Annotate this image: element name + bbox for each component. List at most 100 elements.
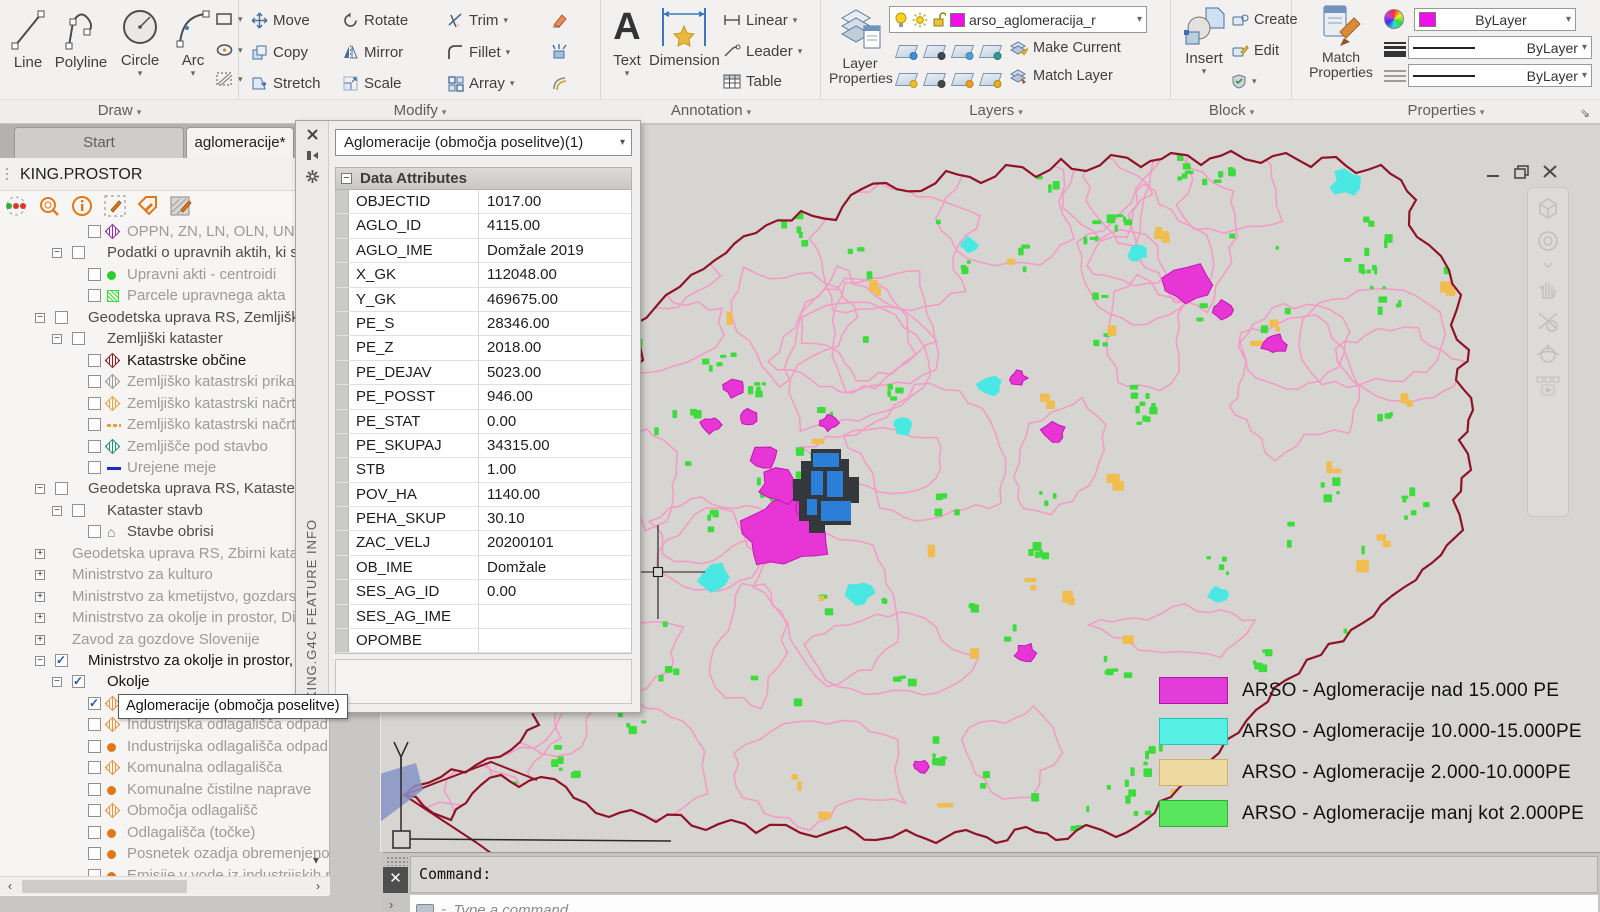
layer-checkbox[interactable] <box>88 525 101 538</box>
dimension-button[interactable]: Dimension <box>649 4 719 69</box>
tree-item[interactable]: Območja odlagališč <box>0 800 330 822</box>
collapse-icon[interactable]: − <box>52 506 62 516</box>
hatch-edit-icon[interactable] <box>169 194 193 218</box>
scale-button[interactable]: Scale <box>342 72 402 94</box>
erase-button[interactable] <box>551 9 569 31</box>
layer-checkbox[interactable] <box>88 761 101 774</box>
layer-checkbox[interactable] <box>88 418 101 431</box>
leader-button[interactable]: Leader▾ <box>723 40 802 62</box>
layer-checkbox[interactable] <box>88 461 101 474</box>
info-icon[interactable] <box>70 194 94 218</box>
grip-handle[interactable] <box>5 167 10 183</box>
tree-item[interactable]: −Zemljiški kataster <box>0 328 330 350</box>
route-icon[interactable] <box>4 194 28 218</box>
expand-icon[interactable]: + <box>35 592 45 602</box>
layer-properties-button[interactable]: Layer Properties <box>829 4 891 86</box>
scroll-left-icon[interactable]: ‹ <box>2 878 18 894</box>
collapse-icon[interactable]: − <box>35 313 45 323</box>
tree-item[interactable]: Komunalna odlagališča <box>0 757 330 779</box>
collapse-icon[interactable]: − <box>52 677 62 687</box>
tab-aglomeracije[interactable]: aglomeracije* <box>186 127 294 158</box>
scroll-down-icon[interactable]: ▾ <box>313 853 319 867</box>
layer-unlock-button[interactable] <box>981 68 1000 90</box>
tree-item[interactable]: +Ministrstvo za okolje in prostor, Di <box>0 607 330 629</box>
steering-wheel-icon[interactable] <box>1535 228 1561 254</box>
collapse-icon[interactable]: − <box>52 248 62 258</box>
tree-item[interactable]: −Geodetska uprava RS, Kataster s <box>0 478 330 500</box>
tree-item[interactable]: −Okolje <box>0 671 330 693</box>
minimize-button[interactable] <box>1484 163 1504 181</box>
lineweight-list-button[interactable] <box>1384 38 1406 60</box>
layer-checkbox[interactable] <box>88 804 101 817</box>
layer-combo[interactable]: arso_aglomeracija_r ▾ <box>889 6 1147 33</box>
tree-item[interactable]: Zemljiško katastrski prikaz <box>0 371 330 393</box>
match-properties-button[interactable]: Match Properties <box>1302 2 1380 80</box>
explode-button[interactable] <box>551 41 569 63</box>
tree-item[interactable]: +Ministrstvo za kulturo <box>0 564 330 586</box>
layer-thaw-button[interactable] <box>953 68 972 90</box>
block-create-button[interactable]: Create <box>1231 9 1298 31</box>
tree-item[interactable]: +Zavod za gozdove Slovenije <box>0 629 330 651</box>
offset-button[interactable] <box>551 72 569 94</box>
layer-lock-button[interactable] <box>981 40 1000 62</box>
layer-checkbox[interactable] <box>72 332 85 345</box>
attribute-value[interactable]: 1140.00 <box>479 483 631 506</box>
layer-checkbox[interactable] <box>72 675 85 688</box>
attribute-value[interactable]: 2018.00 <box>479 336 631 359</box>
attribute-value[interactable]: 5023.00 <box>479 361 631 384</box>
tree-item[interactable]: −Kataster stavb <box>0 500 330 522</box>
layer-checkbox[interactable] <box>55 311 68 324</box>
line-button[interactable]: Line <box>6 6 50 71</box>
layer-checkbox[interactable] <box>88 740 101 753</box>
make-current-button[interactable]: Make Current <box>1009 37 1121 59</box>
fillet-button[interactable]: Fillet▾ <box>447 41 510 63</box>
array-button[interactable]: Array▾ <box>447 72 514 94</box>
attribute-value[interactable]: 1017.00 <box>479 190 631 213</box>
tab-start[interactable]: Start <box>14 127 184 158</box>
tree-item[interactable]: Zemljišče pod stavbo <box>0 436 330 458</box>
linetype-dropdown[interactable]: ByLayer ▾ <box>1408 64 1592 87</box>
chevron-down-icon[interactable] <box>1543 261 1553 269</box>
tree-item[interactable]: −Geodetska uprava RS, Zemljiški <box>0 307 330 329</box>
command-expand-icon[interactable]: › <box>389 897 393 912</box>
auto-hide-pin-icon[interactable] <box>305 148 320 163</box>
command-input[interactable]: - Type a command <box>410 895 1598 912</box>
properties-gear-icon[interactable] <box>305 169 320 184</box>
attribute-value[interactable]: 34315.00 <box>479 434 631 457</box>
orbit-icon[interactable] <box>1535 342 1561 368</box>
attribute-value[interactable]: Domžale <box>479 556 631 579</box>
collapse-icon[interactable]: − <box>35 656 45 666</box>
panel-title-properties[interactable]: Properties▾ ⇘ <box>1292 99 1600 123</box>
layer-checkbox[interactable] <box>55 482 68 495</box>
tree-item[interactable]: Parcele upravnega akta <box>0 285 330 307</box>
trim-button[interactable]: Trim▾ <box>447 9 508 31</box>
attribute-value[interactable]: 20200101 <box>479 531 631 554</box>
attribute-value[interactable] <box>479 605 631 628</box>
layer-checkbox[interactable] <box>88 289 101 302</box>
rotate-button[interactable]: Rotate <box>342 9 408 31</box>
move-button[interactable]: Move <box>251 9 310 31</box>
showmotion-icon[interactable] <box>1535 375 1561 397</box>
layer-checkbox[interactable] <box>88 826 101 839</box>
layer-checkbox[interactable] <box>88 718 101 731</box>
layer-checkbox[interactable] <box>55 654 68 667</box>
close-button[interactable] <box>1540 163 1560 181</box>
tree-item[interactable]: +Ministrstvo za kmetijstvo, gozdars <box>0 586 330 608</box>
tree-item[interactable]: Industrijska odlagališča odpad <box>0 736 330 758</box>
tree-item[interactable]: ⌂Stavbe obrisi <box>0 521 330 543</box>
tree-item[interactable]: OPPN, ZN, LN, OLN, UN - P <box>0 221 330 243</box>
text-button[interactable]: A Text ▾ <box>605 4 649 77</box>
expand-icon[interactable]: + <box>35 635 45 645</box>
close-icon[interactable] <box>305 127 320 142</box>
attribute-value[interactable]: 1.00 <box>479 458 631 481</box>
dock-grip-handle[interactable] <box>386 856 408 866</box>
dialog-launcher-icon[interactable]: ⇘ <box>1580 102 1590 124</box>
color-dropdown[interactable]: ByLayer ▾ <box>1414 8 1576 31</box>
table-button[interactable]: Table <box>723 70 782 92</box>
expand-icon[interactable]: + <box>35 570 45 580</box>
layer-unisolate-button[interactable] <box>925 68 944 90</box>
block-edit-button[interactable]: Edit <box>1231 40 1279 62</box>
attribute-value[interactable]: 28346.00 <box>479 312 631 335</box>
layer-checkbox[interactable] <box>88 783 101 796</box>
polyline-button[interactable]: Polyline <box>52 6 110 71</box>
